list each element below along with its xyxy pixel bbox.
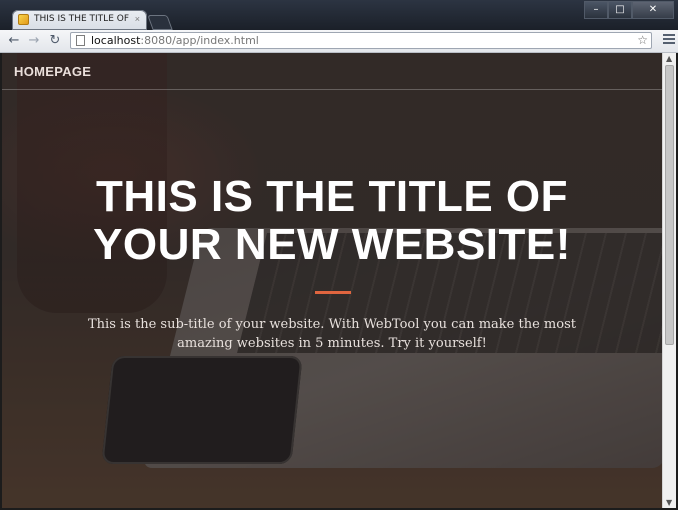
hero-subtitle-line-2: amazing websites in 5 minutes. Try it yo… (177, 336, 487, 351)
hero-title-line-2: YOUR NEW WEBSITE! (93, 220, 571, 269)
window-controls: – □ ✕ (584, 1, 674, 19)
address-bar[interactable]: localhost:8080/app/index.html ☆ (70, 32, 652, 49)
maximize-button[interactable]: □ (608, 1, 632, 19)
hero-title-line-1: THIS IS THE TITLE OF (96, 172, 568, 221)
scrollbar-thumb[interactable] (665, 65, 674, 345)
close-window-button[interactable]: ✕ (632, 1, 674, 19)
url-text: localhost:8080/app/index.html (91, 34, 259, 47)
page-viewport: HOMEPAGE THIS IS THE TITLE OF YOUR NEW W… (2, 53, 662, 508)
vertical-scrollbar[interactable]: ▲ ▼ (662, 53, 676, 508)
hero-title: THIS IS THE TITLE OF YOUR NEW WEBSITE! (2, 173, 662, 269)
back-arrow-icon[interactable]: ← (6, 33, 22, 49)
homepage-link[interactable]: HOMEPAGE (14, 64, 91, 79)
scroll-up-arrow-icon[interactable]: ▲ (666, 54, 672, 63)
reload-icon[interactable]: ↻ (47, 33, 63, 49)
new-tab-button[interactable] (147, 15, 173, 30)
hero-subtitle-line-1: This is the sub-title of your website. W… (88, 317, 576, 332)
scroll-down-arrow-icon[interactable]: ▼ (666, 498, 672, 507)
tab-close-icon[interactable]: × (135, 14, 140, 24)
browser-toolbar: ← → ↻ localhost:8080/app/index.html ☆ (0, 30, 678, 53)
tab-title: THIS IS THE TITLE OF YOU (34, 14, 132, 24)
site-navbar: HOMEPAGE (2, 53, 662, 90)
browser-menu-icon[interactable] (663, 34, 675, 46)
window-titlebar: THIS IS THE TITLE OF YOU × – □ ✕ (0, 0, 678, 30)
bookmark-star-icon[interactable]: ☆ (637, 33, 648, 47)
hero-overlay (2, 53, 662, 508)
accent-divider (315, 291, 351, 294)
minimize-button[interactable]: – (584, 1, 608, 19)
hero-subtitle: This is the sub-title of your website. W… (62, 315, 602, 353)
tab-favicon-icon (18, 14, 29, 25)
browser-tab[interactable]: THIS IS THE TITLE OF YOU × (12, 10, 147, 30)
forward-arrow-icon[interactable]: → (26, 33, 42, 49)
page-icon (76, 35, 85, 46)
